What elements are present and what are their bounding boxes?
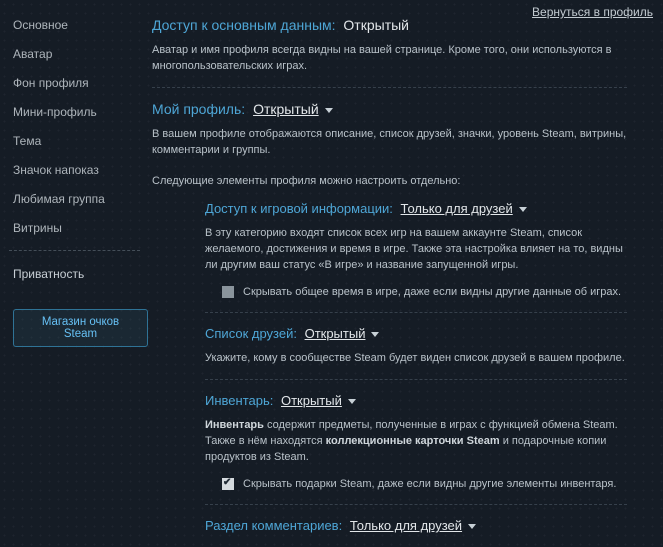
comments-value: Только для друзей [350,518,462,533]
sidebar-item-avatar[interactable]: Аватар [13,47,148,61]
inventory-label: Инвентарь: [205,393,273,408]
sidebar-item-showcases[interactable]: Витрины [13,221,148,235]
friends-list-value: Открытый [305,326,366,341]
section-my-profile: Мой профиль: Открытый В вашем профиле от… [152,100,627,189]
hide-playtime-checkbox-row[interactable]: Скрывать общее время в игре, даже если в… [222,285,627,299]
my-profile-note: Следующие элементы профиля можно настрои… [152,173,627,189]
hide-gifts-checkbox-row[interactable]: Скрывать подарки Steam, даже если видны … [222,477,627,491]
section-game-details: Доступ к игровой информации: Только для … [205,200,627,313]
inventory-heading: Инвентарь: Открытый [205,392,627,410]
section-divider [152,87,627,88]
sidebar-divider [9,250,140,251]
section-divider [205,504,627,505]
sidebar-item-theme[interactable]: Тема [13,134,148,148]
section-basic-access: Доступ к основным данным: Открытый Авата… [152,16,627,88]
game-details-description: В эту категорию входят список всех игр н… [205,225,627,273]
game-details-label: Доступ к игровой информации: [205,201,393,216]
friends-list-label: Список друзей: [205,326,297,341]
game-details-visibility-dropdown[interactable]: Только для друзей [401,201,527,216]
friends-list-description: Укажите, кому в сообществе Steam будет в… [205,350,627,366]
comments-visibility-dropdown[interactable]: Только для друзей [350,518,476,533]
sidebar-item-profile-background[interactable]: Фон профиля [13,76,148,90]
chevron-down-icon [348,399,356,404]
chevron-down-icon [325,108,333,113]
section-divider [205,312,627,313]
main-content: Доступ к основным данным: Открытый Авата… [152,16,627,547]
checkbox-unchecked-icon[interactable] [222,286,234,298]
hide-gifts-checkbox-label: Скрывать подарки Steam, даже если видны … [243,477,616,491]
basic-access-heading: Доступ к основным данным: Открытый [152,16,627,35]
checkbox-checked-icon[interactable] [222,478,234,490]
sidebar: Основное Аватар Фон профиля Мини-профиль… [0,0,148,347]
friends-list-heading: Список друзей: Открытый [205,325,627,343]
game-details-heading: Доступ к игровой информации: Только для … [205,200,627,218]
inventory-description: Инвентарь содержит предметы, полученные … [205,417,627,465]
inventory-value: Открытый [281,393,342,408]
hide-playtime-checkbox-label: Скрывать общее время в игре, даже если в… [243,285,621,299]
sidebar-item-featured-badge[interactable]: Значок напоказ [13,163,148,177]
comments-heading: Раздел комментариев: Только для друзей [205,517,627,535]
section-divider [205,379,627,380]
my-profile-label: Мой профиль: [152,101,245,117]
sidebar-item-privacy[interactable]: Приватность [13,267,148,281]
game-details-value: Только для друзей [401,201,513,216]
section-inventory: Инвентарь: Открытый Инвентарь содержит п… [205,392,627,505]
basic-access-description: Аватар и имя профиля всегда видны на ваш… [152,42,627,74]
steam-privacy-settings-page: Основное Аватар Фон профиля Мини-профиль… [0,0,663,547]
chevron-down-icon [519,207,527,212]
my-profile-visibility-dropdown[interactable]: Открытый [253,101,333,117]
section-friends-list: Список друзей: Открытый Укажите, кому в … [205,325,627,380]
my-profile-description: В вашем профиле отображаются описание, с… [152,126,627,158]
comments-label: Раздел комментариев: [205,518,342,533]
basic-access-label: Доступ к основным данным: [152,17,336,33]
basic-access-value: Открытый [343,17,409,33]
points-shop-button[interactable]: Магазин очков Steam [13,309,148,347]
chevron-down-icon [371,332,379,337]
sidebar-item-mini-profile[interactable]: Мини-профиль [13,105,148,119]
inventory-visibility-dropdown[interactable]: Открытый [281,393,356,408]
sidebar-item-general[interactable]: Основное [13,18,148,32]
subsections: Доступ к игровой информации: Только для … [205,200,627,547]
sidebar-item-favorite-group[interactable]: Любимая группа [13,192,148,206]
section-comments: Раздел комментариев: Только для друзей [205,517,627,547]
my-profile-value: Открытый [253,101,319,117]
friends-list-visibility-dropdown[interactable]: Открытый [305,326,380,341]
chevron-down-icon [468,524,476,529]
my-profile-heading: Мой профиль: Открытый [152,100,627,119]
